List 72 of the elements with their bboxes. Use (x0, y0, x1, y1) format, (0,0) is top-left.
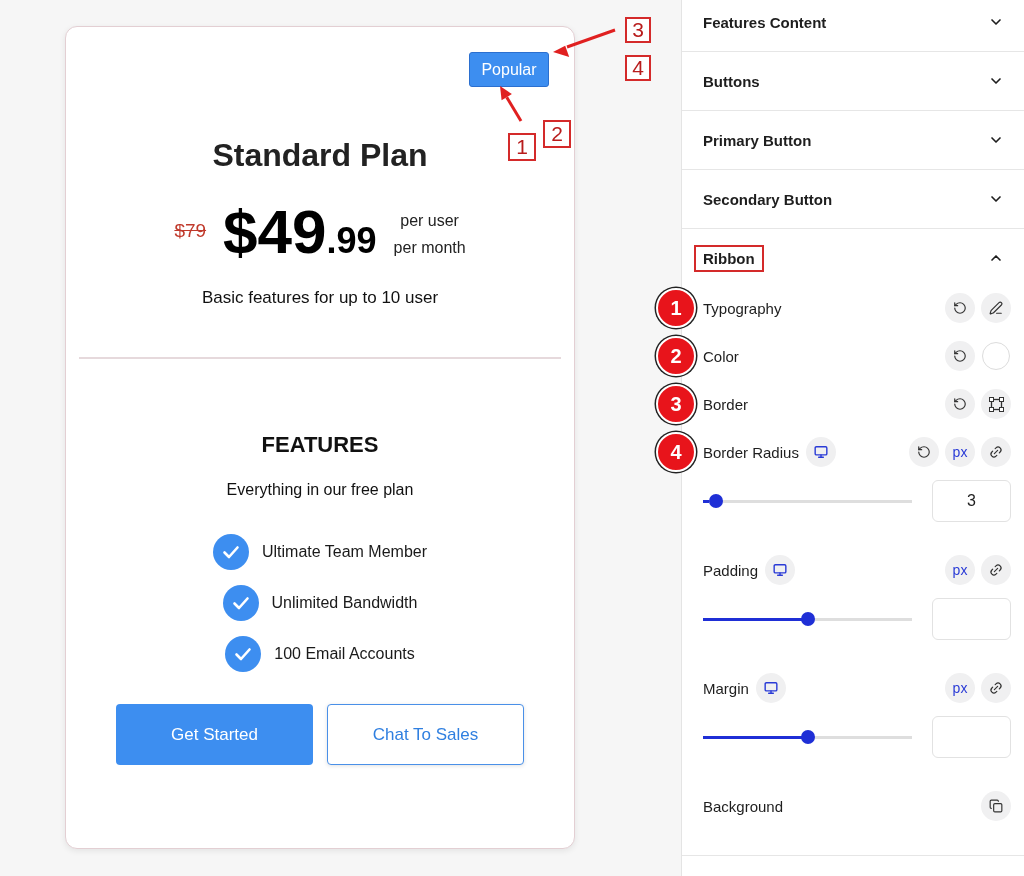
control-label: Typography (703, 299, 782, 317)
control-label: Color (703, 347, 739, 365)
link-button[interactable] (981, 437, 1011, 467)
callout-number: 4 (625, 55, 651, 81)
price-period: per user (400, 211, 459, 231)
value-input[interactable]: 3 (932, 480, 1011, 522)
feature-text: Ultimate Team Member (261, 543, 428, 561)
arrow (499, 85, 523, 122)
old-price: $79 (174, 220, 207, 242)
features-heading: FEATURES (261, 431, 379, 459)
monitor-icon (813, 445, 828, 459)
slider-thumb[interactable] (800, 612, 815, 626)
control-label: Border Radius (703, 443, 799, 461)
unit-button[interactable]: px (945, 437, 975, 467)
pen-icon (989, 301, 1003, 315)
slider-thumb[interactable] (800, 730, 815, 744)
color-swatch-icon[interactable] (982, 342, 1010, 370)
callout-number: 1 (508, 133, 536, 161)
link-button[interactable] (981, 555, 1011, 585)
section-title: Primary Button (703, 131, 812, 149)
reset-button[interactable] (945, 389, 975, 419)
check-icon (212, 534, 249, 570)
responsive-button[interactable] (755, 673, 786, 703)
step-marker: 3 (656, 384, 696, 424)
check-icon (225, 636, 262, 672)
control-label: Padding (703, 561, 759, 579)
link-button[interactable] (981, 673, 1011, 703)
section-title: Buttons (703, 72, 760, 90)
overlapping-squares-icon (989, 799, 1003, 813)
reset-icon (953, 301, 967, 315)
control-label: Margin (703, 679, 749, 697)
control-label: Border (703, 395, 749, 413)
section-title: Features Content (703, 13, 827, 31)
edit-button[interactable] (981, 293, 1011, 323)
reset-icon (953, 397, 967, 411)
callout-number: 3 (625, 17, 651, 43)
reset-icon (917, 445, 931, 459)
reset-button[interactable] (909, 437, 939, 467)
reset-button[interactable] (945, 293, 975, 323)
feature-text: 100 Email Accounts (274, 645, 415, 663)
features-subtitle: Everything in our free plan (226, 480, 414, 500)
section-title: Ribbon (694, 244, 764, 272)
monitor-icon (763, 681, 778, 695)
reset-icon (953, 349, 967, 363)
check-icon (222, 585, 259, 621)
background-button[interactable] (981, 791, 1011, 821)
value-input[interactable] (932, 598, 1011, 640)
responsive-button[interactable] (765, 555, 796, 585)
unit-button[interactable]: px (945, 673, 975, 703)
value-input[interactable] (932, 716, 1011, 758)
plan-title: Standard Plan (212, 136, 428, 175)
step-marker: 2 (656, 336, 696, 376)
border-button[interactable] (981, 389, 1011, 419)
section-title: Secondary Button (703, 190, 833, 208)
slider-thumb[interactable] (708, 494, 723, 508)
step-marker: 1 (656, 288, 696, 328)
frame-icon (988, 396, 1004, 412)
feature-text: Unlimited Bandwidth (271, 594, 418, 612)
control-label: Background (703, 797, 784, 815)
price-cents: .99 (326, 220, 377, 262)
responsive-button[interactable] (805, 437, 836, 467)
plan-description: Basic features for up to 10 user (201, 287, 439, 309)
price-period: per month (393, 238, 466, 258)
unit-button[interactable]: px (945, 555, 975, 585)
arrow (551, 28, 617, 54)
reset-button[interactable] (945, 341, 975, 371)
secondary-button[interactable]: Chat To Sales (327, 704, 524, 765)
callout-number: 2 (543, 120, 571, 148)
ribbon-badge: Popular (469, 52, 549, 87)
price-amount: $49 (223, 197, 327, 267)
monitor-icon (773, 563, 788, 577)
step-marker: 4 (656, 432, 696, 472)
